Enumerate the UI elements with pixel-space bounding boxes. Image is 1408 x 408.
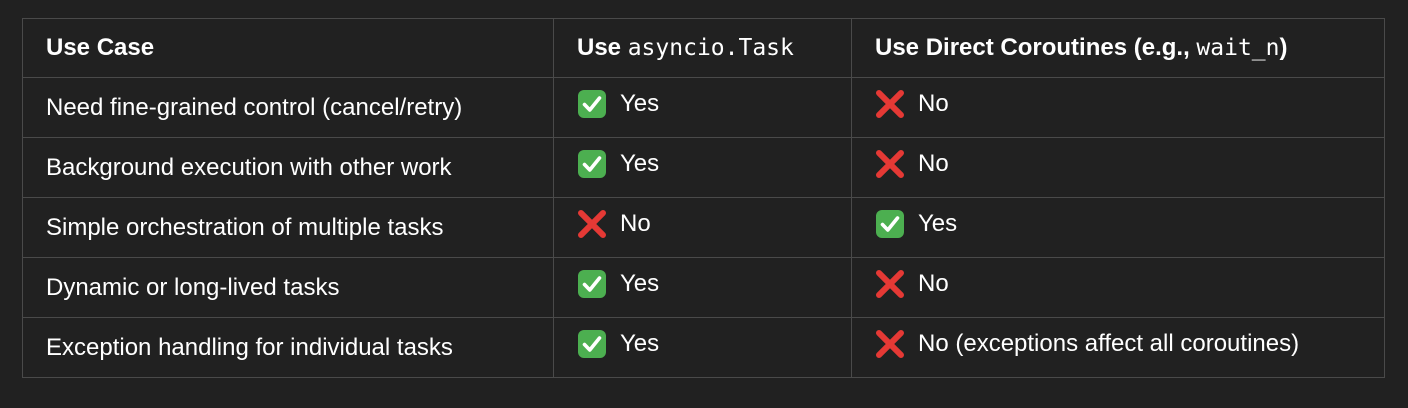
use-case-text: Exception handling for individual tasks <box>46 333 453 361</box>
cell-use-case: Need fine-grained control (cancel/retry) <box>22 77 554 138</box>
cell-asyncio-task: Yes <box>553 137 852 198</box>
cross-mark-icon <box>875 269 905 299</box>
cell-asyncio-task: Yes <box>553 317 852 378</box>
status-indicator: No <box>875 269 949 299</box>
status-text: No <box>620 210 651 237</box>
table-row: Need fine-grained control (cancel/retry)… <box>22 77 1385 138</box>
cell-use-case: Dynamic or long-lived tasks <box>22 257 554 318</box>
header-asyncio-task-code: asyncio.Task <box>627 35 794 61</box>
status-text: No (exceptions affect all coroutines) <box>918 330 1300 357</box>
use-case-text: Dynamic or long-lived tasks <box>46 273 340 301</box>
status-indicator: No <box>875 89 949 119</box>
header-use-case-label: Use Case <box>46 34 155 61</box>
check-mark-icon <box>577 149 607 179</box>
status-text: Yes <box>620 150 660 177</box>
header-direct-coroutines-code: wait_n <box>1196 35 1280 61</box>
cross-mark-icon <box>577 209 607 239</box>
cell-direct-coroutines: No <box>851 257 1385 318</box>
use-case-text: Background execution with other work <box>46 153 452 181</box>
cell-direct-coroutines: Yes <box>851 197 1385 258</box>
cell-asyncio-task: Yes <box>553 257 852 318</box>
check-mark-icon <box>875 209 905 239</box>
cell-asyncio-task: No <box>553 197 852 258</box>
cell-use-case: Exception handling for individual tasks <box>22 317 554 378</box>
header-direct-coroutines-prefix: Use Direct Coroutines (e.g., <box>875 34 1197 61</box>
use-case-text: Simple orchestration of multiple tasks <box>46 213 444 241</box>
table-container: Use Case Use asyncio.Task Use Direct Cor… <box>22 18 1385 378</box>
use-case-text: Need fine-grained control (cancel/retry) <box>46 93 463 121</box>
table-header-row: Use Case Use asyncio.Task Use Direct Cor… <box>22 18 1385 78</box>
check-mark-icon <box>577 269 607 299</box>
status-text: Yes <box>620 270 660 297</box>
header-asyncio-task: Use asyncio.Task <box>553 18 852 78</box>
status-text: No <box>918 150 949 177</box>
status-indicator: Yes <box>577 269 659 299</box>
table-row: Simple orchestration of multiple tasks No… <box>22 197 1385 258</box>
cross-mark-icon <box>875 89 905 119</box>
status-indicator: Yes <box>577 89 659 119</box>
status-indicator: Yes <box>577 149 659 179</box>
cell-direct-coroutines: No <box>851 77 1385 138</box>
cross-mark-icon <box>875 329 905 359</box>
cell-direct-coroutines: No <box>851 137 1385 198</box>
header-direct-coroutines-suffix: ) <box>1279 34 1288 61</box>
status-text: Yes <box>620 330 660 357</box>
check-mark-icon <box>577 89 607 119</box>
status-indicator: No <box>577 209 651 239</box>
status-text: Yes <box>620 90 660 117</box>
status-indicator: Yes <box>577 329 659 359</box>
header-asyncio-task-prefix: Use <box>577 34 628 61</box>
cell-direct-coroutines: No (exceptions affect all coroutines) <box>851 317 1385 378</box>
header-direct-coroutines: Use Direct Coroutines (e.g., wait_n) <box>851 18 1385 78</box>
cell-use-case: Simple orchestration of multiple tasks <box>22 197 554 258</box>
cell-asyncio-task: Yes <box>553 77 852 138</box>
cell-use-case: Background execution with other work <box>22 137 554 198</box>
status-text: No <box>918 270 949 297</box>
comparison-table: Use Case Use asyncio.Task Use Direct Cor… <box>22 18 1385 378</box>
status-text: Yes <box>918 210 958 237</box>
cross-mark-icon <box>875 149 905 179</box>
status-text: No <box>918 90 949 117</box>
status-indicator: No <box>875 149 949 179</box>
table-row: Background execution with other work Yes N… <box>22 137 1385 198</box>
table-row: Exception handling for individual tasks Y… <box>22 317 1385 378</box>
status-indicator: No (exceptions affect all coroutines) <box>875 329 1299 359</box>
status-indicator: Yes <box>875 209 957 239</box>
header-use-case: Use Case <box>22 18 554 78</box>
check-mark-icon <box>577 329 607 359</box>
table-row: Dynamic or long-lived tasks Yes No <box>22 257 1385 318</box>
